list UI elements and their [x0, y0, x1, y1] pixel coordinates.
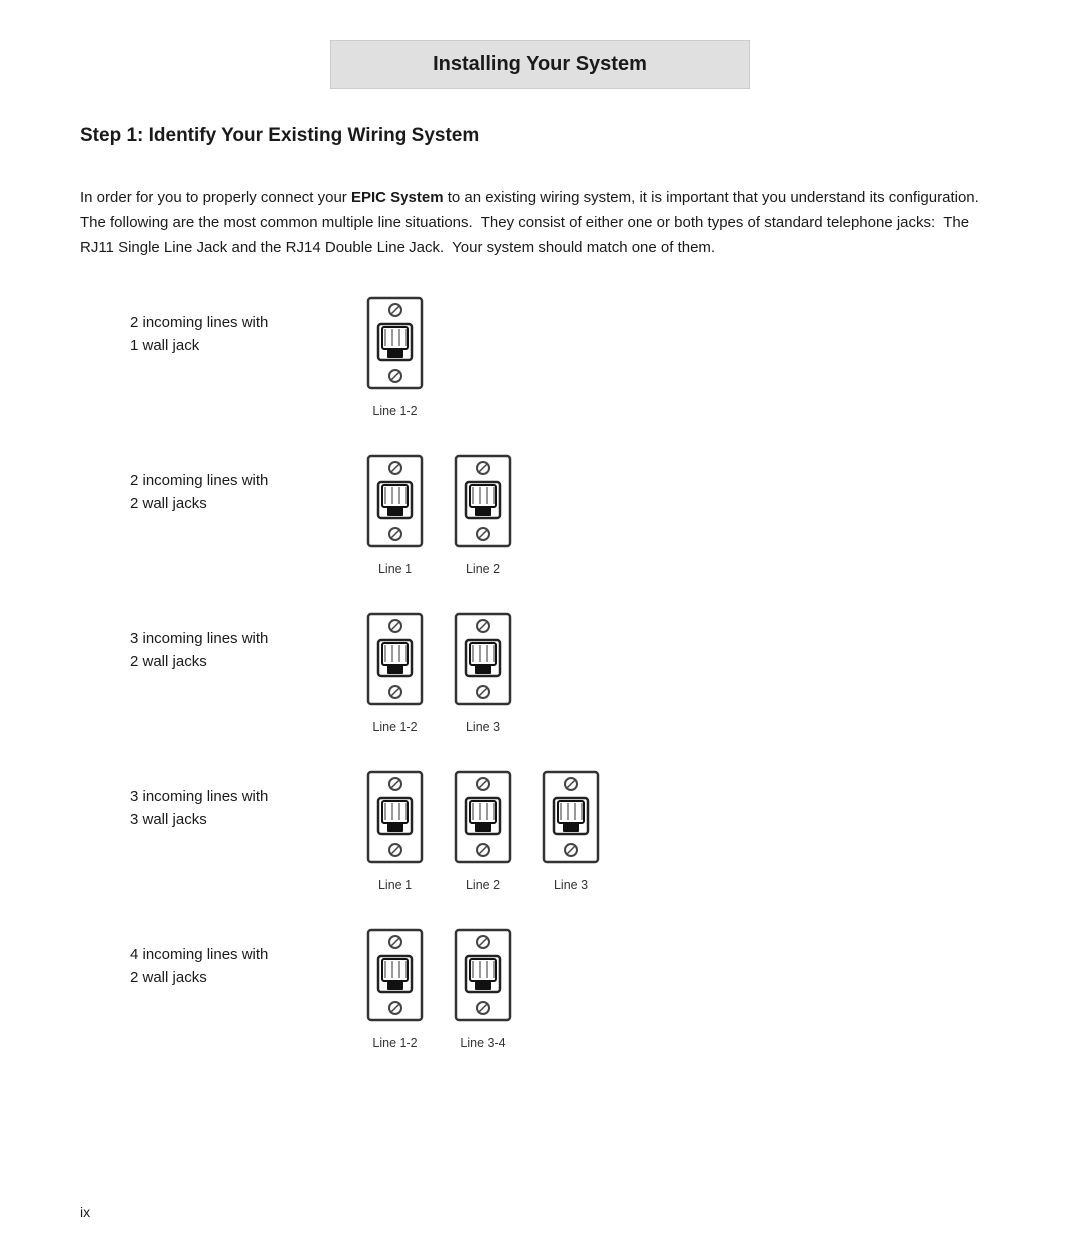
jack-svg [360, 612, 430, 712]
jack-svg [448, 612, 518, 712]
jack-container: Line 2 [448, 770, 518, 892]
wiring-row: 3 incoming lines with 2 wall jacks Line 1… [130, 612, 1000, 734]
intro-paragraph: In order for you to properly connect you… [80, 186, 1000, 260]
row-label: 3 incoming lines with 3 wall jacks [130, 770, 330, 831]
jacks-group: Line 1 Line 2 Line 3 [360, 770, 606, 892]
row-label: 2 incoming lines with 1 wall jack [130, 296, 330, 357]
epic-system-bold: EPIC System [351, 189, 444, 206]
jack-label: Line 1-2 [372, 404, 417, 418]
wiring-row: 2 incoming lines with 2 wall jacks Line 1… [130, 454, 1000, 576]
jack-svg [360, 296, 430, 396]
jacks-group: Line 1-2 Line 3 [360, 612, 518, 734]
jack-svg [448, 770, 518, 870]
row-label: 3 incoming lines with 2 wall jacks [130, 612, 330, 673]
jack-container: Line 1 [360, 454, 430, 576]
jack-svg [448, 928, 518, 1028]
jack-svg [448, 454, 518, 554]
jack-label: Line 3 [466, 720, 500, 734]
jack-svg [360, 454, 430, 554]
wiring-row: 3 incoming lines with 3 wall jacks Line 1… [130, 770, 1000, 892]
jack-container: Line 3 [536, 770, 606, 892]
jack-container: Line 1-2 [360, 928, 430, 1050]
wiring-row: 4 incoming lines with 2 wall jacks Line 1… [130, 928, 1000, 1050]
jacks-group: Line 1 Line 2 [360, 454, 518, 576]
jack-label: Line 1 [378, 562, 412, 576]
jack-container: Line 1 [360, 770, 430, 892]
page-number: ix [80, 1204, 90, 1220]
page-title-box: Installing Your System [330, 40, 750, 89]
jack-label: Line 1-2 [372, 720, 417, 734]
jack-container: Line 3-4 [448, 928, 518, 1050]
jack-label: Line 2 [466, 878, 500, 892]
jack-label: Line 3-4 [460, 1036, 505, 1050]
jacks-group: Line 1-2 [360, 296, 430, 418]
row-label: 2 incoming lines with 2 wall jacks [130, 454, 330, 515]
wiring-section: 2 incoming lines with 1 wall jack Line 1-… [130, 296, 1000, 1050]
jack-svg [360, 770, 430, 870]
wiring-row: 2 incoming lines with 1 wall jack Line 1-… [130, 296, 1000, 418]
jack-svg [536, 770, 606, 870]
jack-container: Line 3 [448, 612, 518, 734]
row-label: 4 incoming lines with 2 wall jacks [130, 928, 330, 989]
jack-container: Line 1-2 [360, 612, 430, 734]
jack-container: Line 1-2 [360, 296, 430, 418]
jacks-group: Line 1-2 Line 3-4 [360, 928, 518, 1050]
jack-label: Line 1-2 [372, 1036, 417, 1050]
jack-container: Line 2 [448, 454, 518, 576]
jack-label: Line 2 [466, 562, 500, 576]
jack-label: Line 3 [554, 878, 588, 892]
page-title: Installing Your System [433, 53, 647, 75]
jack-label: Line 1 [378, 878, 412, 892]
step-heading: Step 1: Identify Your Existing Wiring Sy… [80, 125, 1000, 147]
jack-svg [360, 928, 430, 1028]
